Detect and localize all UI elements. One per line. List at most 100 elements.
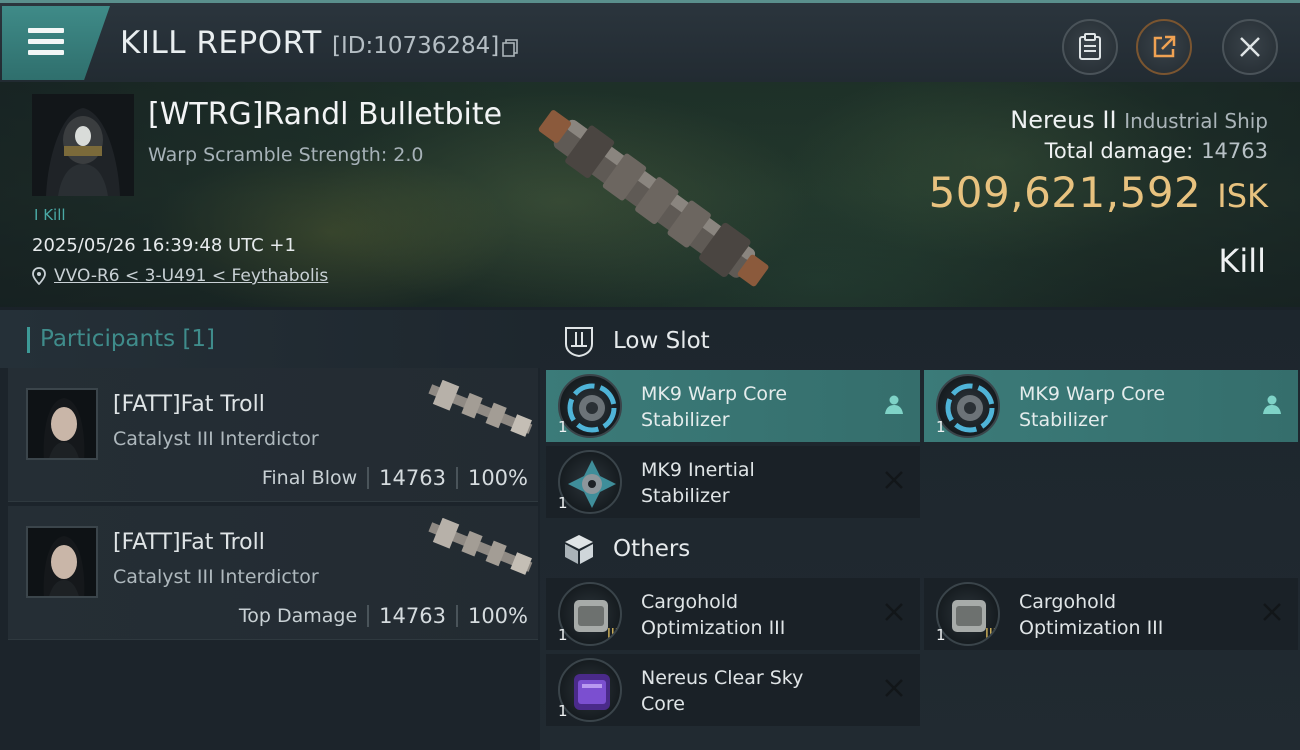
module-name-line2: Optimization III bbox=[1019, 617, 1164, 639]
x-icon bbox=[885, 679, 903, 697]
module-item[interactable]: 1 MK9 Warp Core Stabilizer bbox=[924, 370, 1298, 442]
participant-card[interactable]: [FATT]Fat Troll Catalyst III Interdictor… bbox=[8, 506, 538, 640]
title-bar: KILL REPORT [ID:10736284] bbox=[0, 0, 1300, 82]
module-icon-art bbox=[574, 674, 610, 710]
participant-name[interactable]: [FATT]Fat Troll bbox=[113, 392, 265, 417]
participants-panel: Participants [1] [FATT]Fat Troll Catalys… bbox=[0, 310, 540, 750]
low-slot-header: Low Slot bbox=[540, 312, 1300, 370]
module-name-line2: Optimization III bbox=[641, 617, 786, 639]
clear-sky-core-icon bbox=[558, 658, 622, 722]
module-name-line1: Nereus Clear Sky bbox=[641, 667, 804, 689]
participants-title: Participants [1] bbox=[40, 326, 215, 352]
stats-separator bbox=[367, 467, 370, 489]
low-slot-icon bbox=[565, 327, 593, 358]
module-item[interactable]: 1 Nereus Clear Sky Core bbox=[546, 654, 920, 726]
module-name: MK9 Warp Core Stabilizer bbox=[1019, 381, 1249, 433]
stats-separator bbox=[367, 605, 370, 627]
warp-scramble-strength: Warp Scramble Strength: 2.0 bbox=[148, 144, 424, 166]
module-name: Nereus Clear Sky Core bbox=[641, 665, 871, 717]
module-quantity: 1 bbox=[558, 418, 568, 436]
share-button[interactable] bbox=[1136, 19, 1192, 75]
warp-core-stabilizer-icon bbox=[936, 374, 1000, 438]
module-name-line1: MK9 Warp Core bbox=[1019, 383, 1166, 405]
module-name-line1: Cargohold bbox=[641, 591, 739, 613]
close-button[interactable] bbox=[1222, 19, 1278, 75]
module-item[interactable]: III 1 Cargohold Optimization III bbox=[924, 578, 1298, 650]
participant-portrait-image bbox=[28, 390, 96, 458]
participant-ship-image bbox=[428, 518, 533, 575]
module-name-line2: Stabilizer bbox=[641, 485, 730, 507]
module-quantity: 1 bbox=[558, 702, 568, 720]
total-damage-value: 14763 bbox=[1201, 139, 1268, 163]
victim-portrait[interactable] bbox=[32, 94, 134, 196]
victim-ship-image bbox=[538, 110, 769, 287]
total-damage: Total damage: 14763 bbox=[1045, 139, 1268, 163]
svg-text:III: III bbox=[985, 627, 997, 642]
total-damage-label: Total damage: bbox=[1044, 139, 1194, 163]
participant-avatar bbox=[26, 388, 98, 460]
isk-unit: ISK bbox=[1217, 177, 1268, 215]
others-label: Others bbox=[613, 536, 691, 562]
participants-header: Participants [1] bbox=[0, 310, 540, 368]
module-name-line1: MK9 Inertial bbox=[641, 459, 755, 481]
participant-ship-image bbox=[428, 380, 533, 437]
location-pin-icon bbox=[32, 267, 46, 285]
hamburger-icon-bar bbox=[28, 50, 64, 55]
participant-damage: 14763 bbox=[379, 466, 446, 490]
hamburger-icon bbox=[28, 28, 64, 33]
clipboard-icon bbox=[1079, 33, 1101, 60]
participant-ship: Catalyst III Interdictor bbox=[113, 428, 319, 450]
module-icon-art bbox=[568, 460, 616, 508]
module-name-line1: Cargohold bbox=[1019, 591, 1117, 613]
victim-name[interactable]: [WTRG]Randl Bulletbite bbox=[148, 97, 502, 132]
victim-ship-name: Nereus II Industrial Ship bbox=[1010, 106, 1268, 134]
others-header: Others bbox=[540, 520, 1300, 578]
module-item[interactable]: III 1 Cargohold Optimization III bbox=[546, 578, 920, 650]
svg-text:III: III bbox=[607, 627, 619, 642]
participants-title-text: Participants bbox=[40, 326, 176, 352]
isk-value-row: 509,621,592 ISK bbox=[929, 168, 1268, 217]
kill-timestamp: 2025/05/26 16:39:48 UTC +1 bbox=[32, 235, 296, 256]
module-name: MK9 Inertial Stabilizer bbox=[641, 457, 871, 509]
module-item[interactable]: 1 MK9 Warp Core Stabilizer bbox=[546, 370, 920, 442]
victim-avatar bbox=[32, 94, 134, 196]
module-name-line1: MK9 Warp Core bbox=[641, 383, 788, 405]
fitting-panel: Low Slot 1 MK9 Warp Core Stabilizer 1 MK… bbox=[540, 310, 1300, 750]
person-icon bbox=[885, 395, 903, 414]
location-link[interactable]: VVO-R6 < 3-U491 < Feythabolis bbox=[54, 266, 328, 286]
copy-icon[interactable] bbox=[502, 39, 518, 57]
participant-role: Final Blow bbox=[261, 467, 358, 489]
module-quantity: 1 bbox=[558, 494, 568, 512]
share-icon bbox=[1153, 35, 1176, 58]
module-item[interactable]: 1 MK9 Inertial Stabilizer bbox=[546, 446, 920, 518]
stats-separator bbox=[455, 467, 458, 489]
participant-ship: Catalyst III Interdictor bbox=[113, 566, 319, 588]
inertial-stabilizer-icon bbox=[558, 450, 622, 514]
ship-class: Industrial Ship bbox=[1124, 109, 1268, 133]
cube-icon bbox=[565, 535, 593, 564]
x-icon bbox=[885, 471, 903, 489]
cargohold-optimization-icon: III bbox=[936, 582, 1000, 646]
isk-value: 509,621,592 bbox=[928, 168, 1202, 217]
module-icon-art: III bbox=[952, 600, 997, 642]
x-icon bbox=[1263, 603, 1281, 621]
participants-header-accent bbox=[27, 327, 30, 353]
cargohold-optimization-icon: III bbox=[558, 582, 622, 646]
report-id: [ID:10736284] bbox=[332, 33, 500, 59]
participant-stats: Final Blow 14763 100% bbox=[262, 466, 528, 490]
participant-stats: Top Damage 14763 100% bbox=[239, 604, 528, 628]
menu-button[interactable] bbox=[2, 6, 110, 80]
ship-name-text[interactable]: Nereus II bbox=[1010, 106, 1116, 134]
module-icon-art: III bbox=[574, 600, 619, 642]
module-icon-art bbox=[945, 383, 995, 433]
module-quantity: 1 bbox=[936, 418, 946, 436]
module-name: Cargohold Optimization III bbox=[641, 589, 871, 641]
participant-name[interactable]: [FATT]Fat Troll bbox=[113, 530, 265, 555]
clipboard-button[interactable] bbox=[1062, 19, 1118, 75]
victim-summary: [WTRG]Randl Bulletbite Warp Scramble Str… bbox=[0, 82, 1300, 307]
kill-tag: I Kill bbox=[34, 206, 66, 224]
participant-percent: 100% bbox=[467, 604, 528, 628]
participant-card[interactable]: [FATT]Fat Troll Catalyst III Interdictor… bbox=[8, 368, 538, 502]
close-icon bbox=[1240, 37, 1260, 57]
module-name: MK9 Warp Core Stabilizer bbox=[641, 381, 871, 433]
